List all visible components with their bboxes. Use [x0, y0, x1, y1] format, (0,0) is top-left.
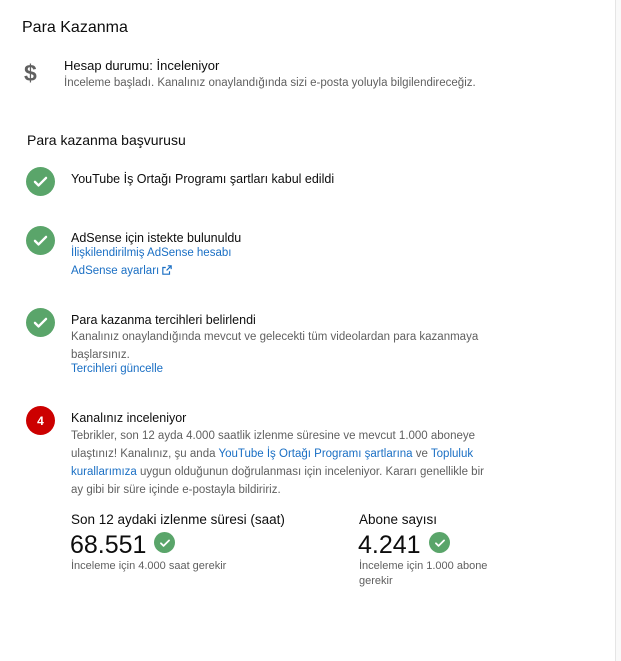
linked-adsense-account-link[interactable]: İlişkilendirilmiş AdSense hesabı — [71, 247, 231, 259]
dollar-icon: $ — [24, 60, 37, 86]
step-preferences-description: Kanalınız onaylandığında mevcut ve gelec… — [71, 331, 479, 361]
watch-time-value: 68.551 — [70, 531, 147, 559]
account-status: Hesap durumu: İnceleniyor — [64, 58, 220, 73]
external-link-icon — [162, 265, 172, 275]
monetization-panel: Para Kazanma $ Hesap durumu: İnceleniyor… — [0, 0, 616, 661]
subscribers-requirement: İnceleme için 1.000 abone gerekir — [359, 560, 488, 587]
step-number-badge: 4 — [26, 406, 55, 435]
section-title: Para kazanma başvurusu — [27, 132, 186, 148]
step-preferences-title: Para kazanma tercihleri belirlendi — [71, 313, 256, 327]
check-icon — [429, 532, 450, 553]
subscribers-label: Abone sayısı — [359, 512, 438, 527]
step-ypp-terms-title: YouTube İş Ortağı Programı şartları kabu… — [71, 172, 335, 186]
step-review-description: Tebrikler, son 12 ayda 4.000 saatlik izl… — [71, 430, 484, 496]
watch-time-requirement: İnceleme için 4.000 saat gerekir — [71, 560, 227, 572]
ypp-terms-link[interactable]: YouTube İş Ortağı Programı şartlarına — [218, 448, 412, 460]
adsense-settings-link[interactable]: AdSense ayarları — [71, 265, 172, 277]
watch-time-label: Son 12 aydaki izlenme süresi (saat) — [71, 512, 285, 527]
check-icon — [154, 532, 175, 553]
check-icon — [26, 167, 55, 196]
subscribers-value: 4.241 — [358, 531, 421, 559]
step-adsense-title: AdSense için istekte bulunuldu — [71, 231, 242, 245]
check-icon — [26, 226, 55, 255]
update-preferences-link[interactable]: Tercihleri güncelle — [71, 363, 163, 375]
account-status-description: İnceleme başladı. Kanalınız onaylandığın… — [64, 77, 476, 89]
step-review-title: Kanalınız inceleniyor — [71, 411, 187, 425]
adsense-settings-label: AdSense ayarları — [71, 265, 160, 277]
page-title: Para Kazanma — [22, 19, 128, 36]
check-icon — [26, 308, 55, 337]
